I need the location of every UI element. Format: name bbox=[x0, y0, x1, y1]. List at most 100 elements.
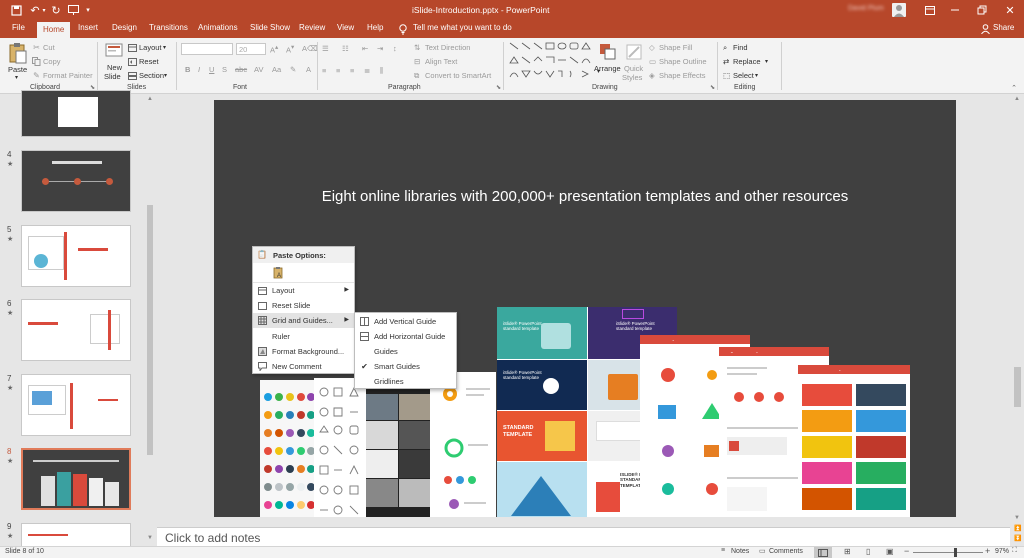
slide-thumbnail-3[interactable] bbox=[21, 90, 131, 137]
quick-styles-button-line2[interactable]: Styles bbox=[622, 73, 642, 82]
notes-pane[interactable]: Click to add notes bbox=[157, 527, 1010, 546]
undo-icon[interactable]: ↶ bbox=[29, 4, 41, 17]
shape-fill-button[interactable]: Shape Fill bbox=[659, 43, 692, 52]
next-slide-icon[interactable]: ⏬ bbox=[1014, 535, 1021, 542]
slide-thumbnail-6[interactable] bbox=[21, 299, 131, 361]
thumbnail-scrollbar[interactable]: ▲ ▼ bbox=[145, 95, 156, 546]
find-button[interactable]: Find bbox=[733, 43, 748, 52]
close-icon[interactable]: ✕ bbox=[1003, 4, 1017, 17]
slide-sorter-icon[interactable]: ⊞ bbox=[844, 547, 851, 556]
tab-slide-show[interactable]: Slide Show bbox=[250, 23, 290, 32]
canvas-scroll-thumb[interactable] bbox=[1014, 367, 1021, 407]
format-painter-icon[interactable]: ✎ bbox=[32, 71, 41, 80]
tab-view[interactable]: View bbox=[337, 23, 354, 32]
font-color-icon[interactable]: A bbox=[306, 65, 311, 74]
new-slide-icon[interactable] bbox=[104, 41, 126, 61]
new-slide-button-line2[interactable]: Slide bbox=[104, 72, 121, 81]
shape-fill-icon[interactable]: ◇ bbox=[649, 43, 655, 52]
tab-insert[interactable]: Insert bbox=[78, 23, 98, 32]
slide-thumbnail-8-selected[interactable] bbox=[21, 448, 131, 510]
shadow-icon[interactable]: S bbox=[222, 65, 227, 74]
text-direction-button[interactable]: Text Direction bbox=[425, 43, 470, 52]
font-name-combobox[interactable] bbox=[181, 43, 233, 55]
justify-icon[interactable]: ≣ bbox=[364, 66, 370, 75]
paste-button[interactable]: Paste bbox=[8, 65, 27, 74]
reading-view-icon[interactable]: ▯ bbox=[866, 547, 870, 556]
reset-icon[interactable] bbox=[128, 57, 137, 66]
align-right-icon[interactable]: ≡ bbox=[350, 66, 354, 75]
cut-button[interactable]: Cut bbox=[43, 43, 55, 52]
replace-icon[interactable]: ⇄ bbox=[723, 57, 729, 66]
qat-customize-icon[interactable]: ▾ bbox=[84, 4, 92, 16]
tab-help[interactable]: Help bbox=[367, 23, 383, 32]
replace-button[interactable]: Replace bbox=[733, 57, 761, 66]
new-slide-button[interactable]: New bbox=[107, 63, 122, 72]
align-left-icon[interactable]: ≡ bbox=[322, 66, 326, 75]
tab-home[interactable]: Home bbox=[37, 22, 71, 38]
layout-dropdown-icon[interactable]: ▾ bbox=[163, 44, 166, 51]
slide-thumbnail-5[interactable] bbox=[21, 225, 131, 287]
copy-icon[interactable] bbox=[32, 57, 41, 66]
decrease-indent-icon[interactable]: ⇤ bbox=[362, 44, 368, 53]
zoom-level[interactable]: 97% bbox=[995, 548, 1009, 555]
char-spacing-icon[interactable]: AV bbox=[254, 65, 263, 74]
drawing-launcher-icon[interactable]: ⬊ bbox=[709, 84, 716, 91]
notes-icon[interactable]: ≡ bbox=[721, 547, 725, 554]
menu-item-reset-slide[interactable]: Reset Slide bbox=[253, 298, 354, 313]
undo-dropdown-icon[interactable]: ▾ bbox=[41, 5, 47, 15]
ribbon-display-icon[interactable] bbox=[924, 4, 936, 16]
scroll-down-icon[interactable]: ▼ bbox=[147, 535, 153, 541]
strikethrough-icon[interactable]: abc bbox=[235, 65, 247, 74]
italic-icon[interactable]: I bbox=[198, 65, 200, 74]
redo-icon[interactable]: ↻ bbox=[50, 4, 62, 17]
paste-dropdown-icon[interactable]: ▾ bbox=[15, 74, 18, 81]
section-dropdown-icon[interactable]: ▾ bbox=[164, 72, 167, 79]
format-painter-button[interactable]: Format Painter bbox=[43, 71, 93, 80]
comments-icon[interactable]: ▭ bbox=[759, 547, 766, 555]
present-icon[interactable] bbox=[67, 4, 79, 16]
minimize-icon[interactable] bbox=[948, 4, 962, 16]
find-icon[interactable]: ⌕ bbox=[723, 43, 727, 53]
font-size-combobox[interactable]: 20 bbox=[236, 43, 266, 55]
section-icon[interactable] bbox=[128, 71, 137, 80]
shape-outline-button[interactable]: Shape Outline bbox=[659, 57, 707, 66]
layout-icon[interactable] bbox=[128, 43, 137, 52]
tell-me-search[interactable]: Tell me what you want to do bbox=[413, 23, 512, 32]
scroll-down-icon[interactable]: ▼ bbox=[1014, 515, 1020, 521]
tab-review[interactable]: Review bbox=[299, 23, 325, 32]
normal-view-button[interactable] bbox=[814, 547, 832, 558]
tab-transitions[interactable]: Transitions bbox=[149, 23, 188, 32]
notes-placeholder[interactable]: Click to add notes bbox=[165, 531, 260, 545]
select-dropdown-icon[interactable]: ▾ bbox=[755, 72, 758, 79]
scroll-up-icon[interactable]: ▲ bbox=[1014, 96, 1020, 102]
numbering-icon[interactable]: ☷ bbox=[342, 44, 349, 53]
menu-item-new-comment[interactable]: New Comment bbox=[253, 359, 354, 374]
replace-dropdown-icon[interactable]: ▾ bbox=[765, 58, 768, 65]
submenu-add-horizontal-guide[interactable]: Add Horizontal Guide bbox=[355, 329, 456, 344]
increase-font-icon[interactable]: A▴ bbox=[270, 44, 278, 55]
tab-file[interactable]: File bbox=[12, 23, 25, 32]
share-icon[interactable] bbox=[980, 23, 990, 35]
shape-effects-icon[interactable]: ◈ bbox=[649, 71, 655, 80]
shape-outline-icon[interactable]: ▭ bbox=[649, 57, 656, 66]
slide-thumbnail-4[interactable] bbox=[21, 150, 131, 212]
align-text-button[interactable]: Align Text bbox=[425, 57, 457, 66]
bold-icon[interactable]: B bbox=[185, 65, 190, 74]
increase-indent-icon[interactable]: ⇥ bbox=[377, 44, 383, 53]
menu-item-format-background[interactable]: Format Background... bbox=[253, 344, 354, 359]
bullets-icon[interactable]: ☰ bbox=[322, 44, 329, 53]
select-button[interactable]: Select bbox=[733, 71, 754, 80]
menu-item-grid-guides[interactable]: Grid and Guides... ▶ bbox=[253, 313, 354, 328]
zoom-out-icon[interactable]: − bbox=[904, 546, 909, 556]
select-icon[interactable]: ⬚ bbox=[723, 71, 730, 80]
zoom-in-icon[interactable]: + bbox=[985, 546, 990, 556]
comments-button[interactable]: Comments bbox=[769, 548, 803, 555]
copy-button[interactable]: Copy bbox=[43, 57, 61, 66]
previous-slide-icon[interactable]: ⏫ bbox=[1014, 525, 1021, 532]
zoom-slider-thumb[interactable] bbox=[953, 548, 957, 557]
underline-icon[interactable]: U bbox=[209, 65, 214, 74]
align-center-icon[interactable]: ≡ bbox=[336, 66, 340, 75]
arrange-icon[interactable] bbox=[598, 42, 618, 62]
section-button[interactable]: Section bbox=[139, 71, 164, 80]
menu-item-layout[interactable]: Layout ▶ bbox=[253, 283, 354, 298]
